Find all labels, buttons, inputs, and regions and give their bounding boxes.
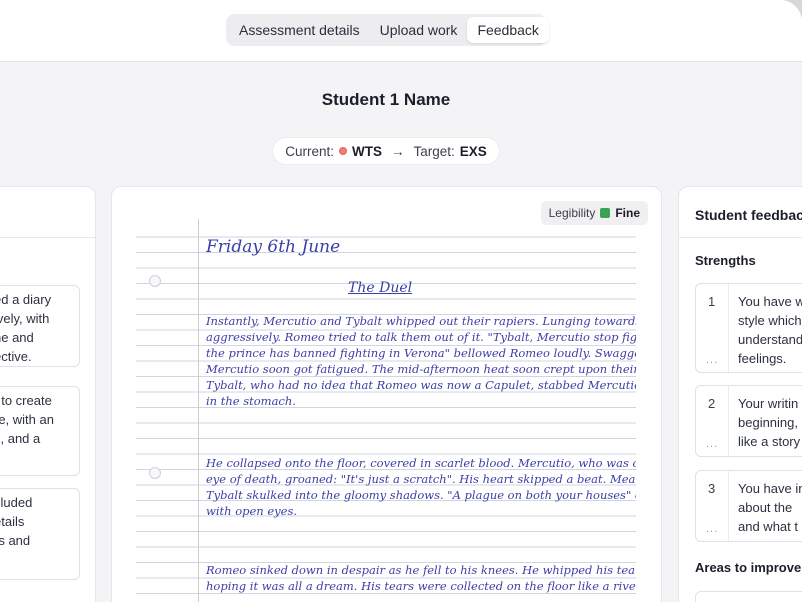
divider [679, 237, 802, 238]
card-line: ne and [0, 330, 34, 345]
strength-card[interactable]: 1 ... You have w style which understand … [695, 283, 802, 373]
card-line: ective. [0, 349, 32, 364]
strength-text: You have w style which understand feelin… [738, 292, 802, 368]
margin-line [198, 219, 199, 602]
tab-assessment-details[interactable]: Assessment details [229, 17, 370, 43]
arrow-right-icon: → [390, 143, 405, 159]
card-line: re, with an [0, 412, 54, 427]
card-line: feelings. [738, 351, 787, 366]
tab-feedback[interactable]: Feedback [467, 17, 549, 43]
strength-card[interactable]: 3 ... You have in about the and what t [695, 470, 802, 542]
app-window: Assessment details Upload work Feedback … [0, 0, 802, 602]
handwritten-line: the prince has banned fighting in Verona… [206, 346, 636, 360]
left-card[interactable]: t to create re, with an s, and a [0, 386, 80, 476]
handwritten-line: hoping it was all a dream. His tears wer… [206, 579, 636, 593]
areas-to-improve-heading: Areas to improve [695, 560, 802, 575]
card-line: cluded [0, 495, 33, 510]
student-feedback-panel: Student feedback Strengths 1 ... You hav… [678, 186, 802, 602]
card-line: ively, with [0, 311, 50, 326]
card-line: beginning, [738, 415, 798, 430]
handwritten-line: Romeo sinked down in despair as he fell … [206, 563, 636, 577]
current-label: Current: [285, 143, 334, 159]
divider [0, 237, 95, 238]
target-label: Target: [413, 143, 455, 159]
handwritten-line: Instantly, Mercutio and Tybalt whipped o… [206, 314, 636, 328]
handwritten-line: Tybalt skulked into the gloomy shadows. … [206, 488, 636, 502]
divider [728, 471, 729, 541]
handwritten-line: eye of death, groaned: "It's just a scra… [206, 472, 636, 486]
punch-hole [149, 275, 161, 287]
legibility-value: Fine [615, 206, 640, 220]
more-icon[interactable]: ... [706, 354, 718, 366]
card-line: like a story [738, 434, 801, 449]
strength-number: 3 [708, 481, 716, 496]
left-card[interactable]: cluded etails rs and [0, 488, 80, 580]
improvement-card[interactable] [695, 591, 802, 602]
handwritten-page: Friday 6th June The Duel Instantly, Merc… [136, 219, 636, 602]
more-icon[interactable]: ... [706, 523, 718, 535]
card-line: style which [738, 313, 802, 328]
left-panel: ed a diary ively, with ne and ective. t … [0, 186, 96, 602]
legibility-label: Legibility [548, 206, 596, 220]
panel-title: Student feedback [695, 207, 802, 223]
card-line: about the [738, 500, 793, 515]
legibility-status-icon [600, 208, 611, 218]
handwritten-date: Friday 6th June [206, 237, 341, 257]
more-icon[interactable]: ... [706, 438, 718, 450]
legibility-badge: Legibility Fine [540, 201, 648, 225]
card-line: t to create [0, 393, 52, 408]
card-line: s, and a [0, 431, 41, 446]
handwritten-line: with open eyes. [206, 504, 298, 518]
tab-upload-work[interactable]: Upload work [370, 17, 468, 43]
handwritten-line: in the stomach. [206, 394, 296, 408]
strength-card[interactable]: 2 ... Your writin beginning, like a stor… [695, 385, 802, 457]
handwritten-line: Tybalt, who had no idea that Romeo was n… [206, 378, 636, 392]
current-level: WTS [351, 143, 382, 159]
target-level: EXS [459, 143, 487, 159]
card-line: You have w [738, 294, 802, 309]
card-line: Your writin [738, 396, 799, 411]
strength-text: You have in about the and what t [738, 479, 802, 536]
strengths-heading: Strengths [695, 253, 756, 268]
tab-switcher: Assessment details Upload work Feedback [226, 14, 549, 46]
strength-text: Your writin beginning, like a story [738, 394, 800, 451]
work-preview-panel: Friday 6th June The Duel Instantly, Merc… [111, 186, 662, 602]
handwritten-title: The Duel [348, 281, 413, 296]
card-line: rs and [0, 533, 31, 548]
handwritten-line: aggressively. Romeo tried to talk them o… [206, 330, 636, 344]
handwritten-line: He collapsed onto the floor, covered in … [206, 456, 636, 470]
card-line: ed a diary [0, 292, 52, 307]
card-line: and what t [738, 519, 798, 534]
card-line: You have in [738, 481, 802, 496]
left-card[interactable]: ed a diary ively, with ne and ective. [0, 285, 80, 367]
divider [728, 284, 729, 372]
current-level-dot-icon [338, 147, 347, 155]
strength-number: 2 [708, 396, 716, 411]
handwritten-line: Mercutio soon got fatigued. The mid-afte… [206, 362, 636, 376]
card-line: understand [738, 332, 802, 347]
card-line: etails [0, 514, 25, 529]
divider [728, 386, 729, 456]
level-indicator: Current: WTS → Target: EXS [272, 137, 500, 165]
top-bar: Assessment details Upload work Feedback [0, 0, 802, 62]
strength-number: 1 [708, 294, 716, 309]
student-name: Student 1 Name [321, 90, 451, 109]
punch-hole [149, 467, 161, 479]
